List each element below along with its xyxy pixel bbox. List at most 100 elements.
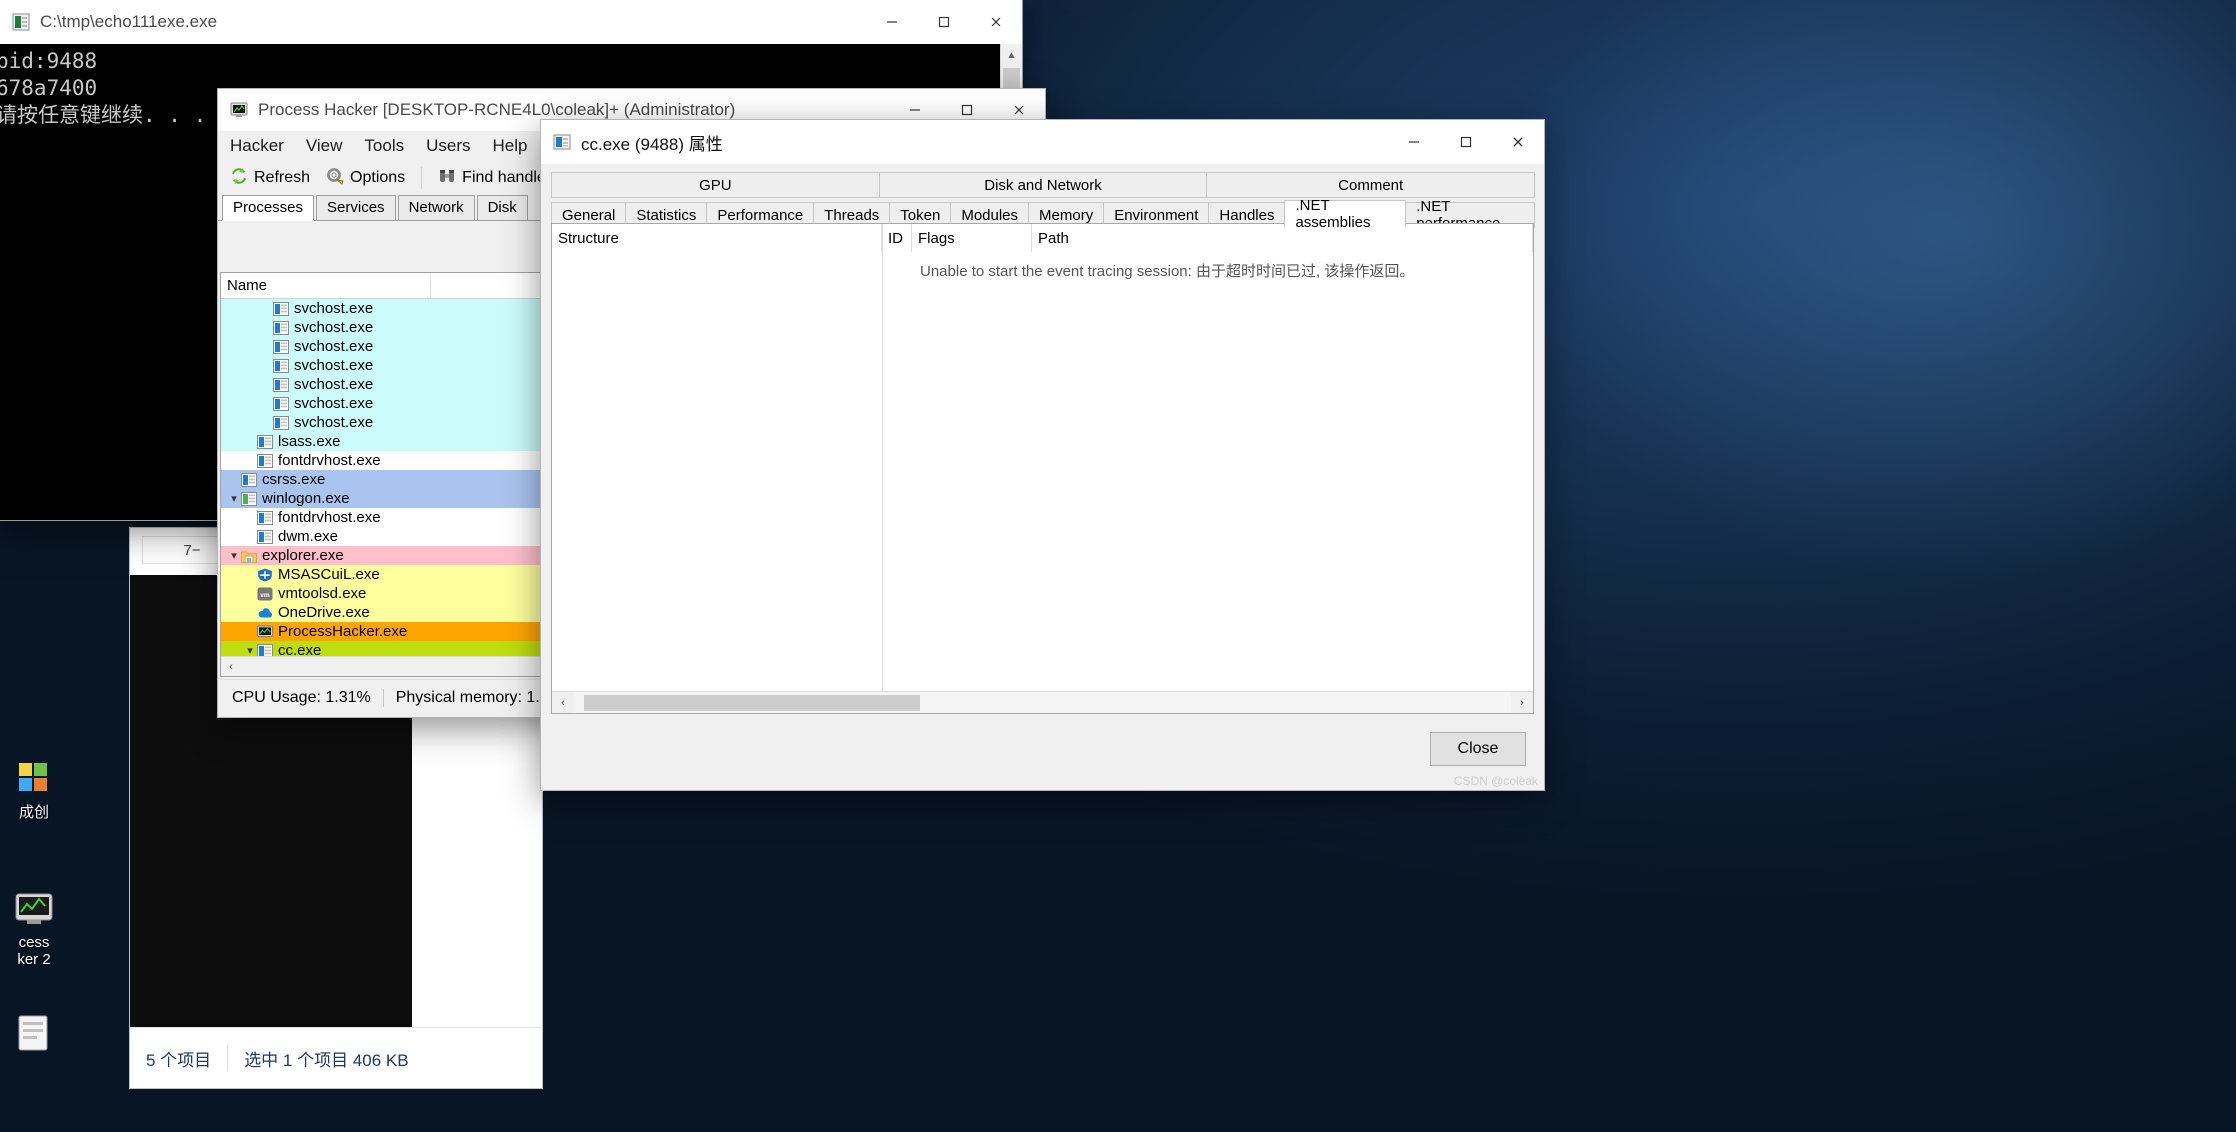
process-name-cell: ▾ winlogon.exe (221, 490, 543, 507)
process-name-label: winlogon.exe (262, 490, 350, 507)
process-name-label: svchost.exe (294, 338, 374, 355)
menu-item-help[interactable]: Help (493, 136, 528, 156)
scroll-right-icon[interactable]: › (1511, 697, 1533, 709)
tab-services[interactable]: Services (316, 195, 396, 220)
process-name-cell: ProcessHacker.exe (221, 623, 543, 640)
window-icon (273, 339, 289, 354)
menu-item-users[interactable]: Users (426, 136, 470, 156)
desktop-icon-label: cess ker 2 (17, 934, 51, 968)
window-icon (257, 434, 273, 449)
process-hacker-icon (230, 101, 248, 119)
column-header-spacer (431, 273, 543, 298)
props-window-controls (1388, 120, 1544, 164)
maximize-button[interactable] (918, 0, 970, 44)
maximize-button[interactable] (1440, 120, 1492, 164)
explorer-selection-info: 选中 1 个项目 406 KB (244, 1050, 409, 1070)
refresh-button[interactable]: Refresh (226, 165, 314, 192)
hscroll-thumb[interactable] (584, 695, 920, 711)
window-icon (257, 453, 273, 468)
process-name-cell: MSASCuiL.exe (221, 566, 543, 583)
app-icon (11, 885, 57, 931)
binoculars-icon (438, 167, 456, 190)
process-name-label: svchost.exe (294, 376, 374, 393)
console-line: pid:9488 (0, 49, 98, 73)
explorer-status-bar: 5 个项目 选中 1 个项目 406 KB (130, 1027, 542, 1088)
error-message: Unable to start the event tracing sessio… (920, 263, 1415, 280)
minimize-button[interactable] (1388, 120, 1440, 164)
process-name-cell: svchost.exe (221, 300, 543, 317)
scroll-left-icon[interactable]: ‹ (552, 697, 574, 709)
process-name-cell: fontdrvhost.exe (221, 509, 543, 526)
process-properties-dialog[interactable]: cc.exe (9488) 属性 GPU Disk and Network Co… (541, 120, 1544, 790)
defender-shield-icon (257, 568, 273, 582)
window-icon (273, 396, 289, 411)
process-name-label: fontdrvhost.exe (278, 452, 381, 469)
process-name-label: svchost.exe (294, 395, 374, 412)
props-footer: Close CSDN @coleak (541, 718, 1544, 790)
props-titlebar[interactable]: cc.exe (9488) 属性 (541, 120, 1544, 164)
console-window-controls (866, 0, 1022, 44)
window-icon (273, 320, 289, 335)
net-assemblies-panel[interactable]: Structure ID Flags Path Unable to start … (551, 223, 1534, 714)
process-name-cell: svchost.exe (221, 395, 543, 412)
scroll-up-icon[interactable]: ▲ (1001, 44, 1022, 66)
tab-disk[interactable]: Disk (476, 195, 528, 220)
process-name-cell: svchost.exe (221, 357, 543, 374)
process-hacker-icon (257, 625, 273, 639)
tab-disk-and-network[interactable]: Disk and Network (878, 172, 1208, 198)
close-dialog-button[interactable]: Close (1430, 732, 1526, 766)
refresh-label: Refresh (254, 169, 311, 186)
tab-gpu[interactable]: GPU (551, 172, 880, 198)
column-header-structure[interactable]: Structure (552, 224, 882, 252)
menu-item-hacker[interactable]: Hacker (230, 136, 284, 156)
chevron-down-icon[interactable]: ▾ (227, 492, 241, 505)
chevron-down-icon[interactable]: ▾ (243, 644, 257, 656)
process-name-label: MSASCuiL.exe (278, 566, 380, 583)
desktop-icon-app[interactable]: cess ker 2 (2, 885, 66, 968)
gear-pencil-icon (326, 167, 344, 190)
process-name-cell: svchost.exe (221, 414, 543, 431)
column-header-flags[interactable]: Flags (912, 224, 1032, 252)
desktop-icon-generic[interactable] (2, 1010, 66, 1059)
column-header-path[interactable]: Path (1032, 224, 1533, 252)
desktop-icon-shield[interactable]: 成创 (2, 755, 66, 821)
status-cpu-usage: CPU Usage: 1.31% (220, 688, 384, 707)
folder-icon (241, 549, 257, 563)
refresh-icon (230, 167, 248, 190)
process-name-cell: fontdrvhost.exe (221, 452, 543, 469)
tab-processes[interactable]: Processes (222, 195, 315, 221)
window-icon (257, 643, 273, 656)
menu-item-tools[interactable]: Tools (364, 136, 404, 156)
process-name-cell: csrss.exe (221, 471, 543, 488)
process-name-cell: vm vmtoolsd.exe (221, 585, 543, 602)
process-name-cell: ▾ cc.exe (221, 642, 543, 656)
window-icon (273, 301, 289, 316)
tab-comment[interactable]: Comment (1206, 172, 1536, 198)
toolbar-separator (421, 167, 423, 189)
props-tabs-row1: GPU Disk and Network Comment (551, 172, 1536, 198)
console-titlebar[interactable]: C:\tmp\echo111exe.exe (0, 0, 1022, 44)
process-name-label: dwm.exe (278, 528, 339, 545)
column-header-id[interactable]: ID (882, 224, 912, 252)
tab-net-assemblies[interactable]: .NET assemblies (1284, 197, 1407, 231)
hscroll-track[interactable] (574, 692, 1511, 713)
props-title: cc.exe (9488) 属性 (581, 134, 723, 154)
scroll-left-icon[interactable]: ‹ (221, 661, 241, 673)
chevron-down-icon[interactable]: ▾ (227, 549, 241, 562)
column-header-name[interactable]: Name (221, 273, 431, 298)
process-name-label: vmtoolsd.exe (278, 585, 367, 602)
process-name-label: OneDrive.exe (278, 604, 370, 621)
options-label: Options (350, 169, 406, 186)
process-name-label: fontdrvhost.exe (278, 509, 381, 526)
minimize-button[interactable] (866, 0, 918, 44)
panel-hscrollbar[interactable]: ‹ › (552, 691, 1533, 713)
process-name-cell: ▾ explorer.exe (221, 547, 543, 564)
process-name-cell: OneDrive.exe (221, 604, 543, 621)
svg-text:vm: vm (260, 591, 270, 598)
menu-item-view[interactable]: View (306, 136, 343, 156)
close-button[interactable] (1492, 120, 1544, 164)
options-button[interactable]: Options (322, 165, 409, 192)
tab-network[interactable]: Network (397, 195, 475, 220)
process-name-cell: lsass.exe (221, 433, 543, 450)
close-button[interactable] (970, 0, 1022, 44)
